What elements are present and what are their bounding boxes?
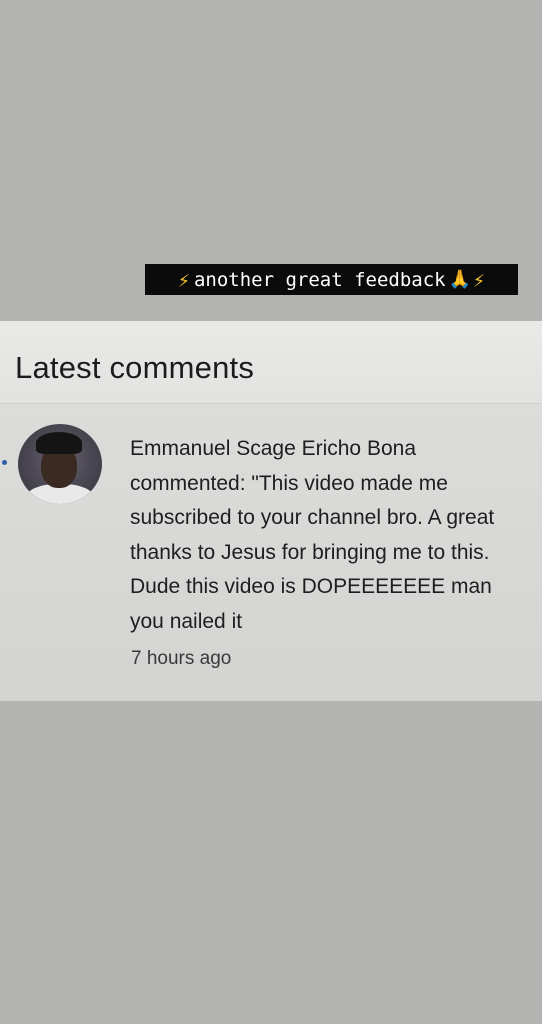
commenter-avatar[interactable] — [18, 424, 102, 504]
unread-indicator-dot — [2, 460, 7, 465]
story-caption-text: another great feedback — [193, 268, 446, 291]
story-canvas: { "story": { "caption": "another great f… — [0, 0, 542, 1024]
comment-text[interactable]: Emmanuel Scage Ericho Bona commented: "T… — [130, 432, 530, 639]
avatar-cap — [36, 432, 82, 454]
praying-hands-icon: 🙏 — [448, 269, 472, 290]
section-header: Latest comments — [0, 321, 542, 404]
lightning-bolt-icon: ⚡ — [177, 267, 190, 292]
comments-screenshot: Latest comments Emmanuel Scage Ericho Bo… — [0, 321, 542, 701]
story-caption-banner: ⚡ another great feedback 🙏 ⚡ — [145, 264, 518, 295]
lightning-bolt-icon: ⚡ — [473, 267, 486, 292]
comment-timestamp: 7 hours ago — [131, 648, 232, 669]
section-title: Latest comments — [15, 350, 255, 385]
